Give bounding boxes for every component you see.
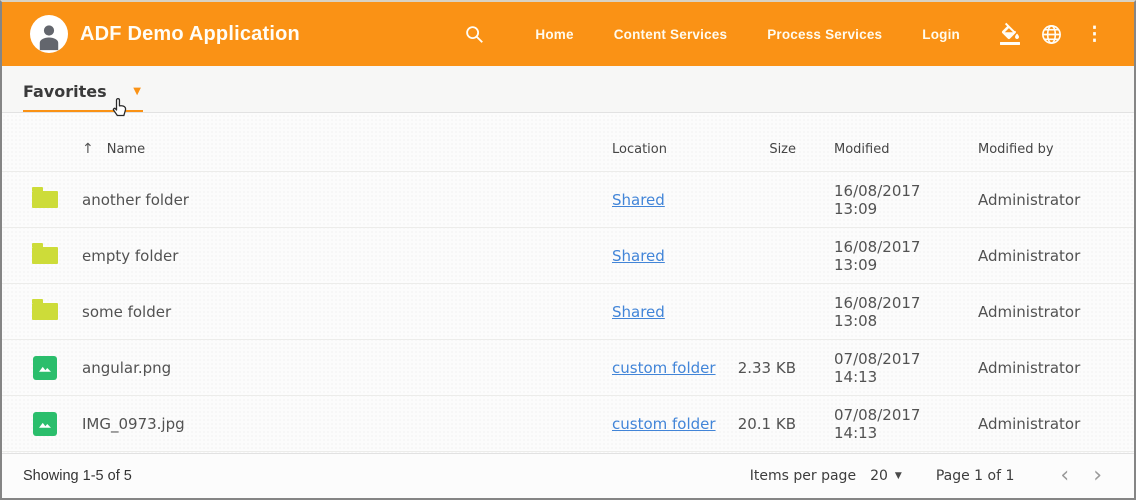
- document-list: ↑ Name Location Size Modified Modified b…: [2, 113, 1134, 453]
- more-menu-icon[interactable]: ⋮: [1077, 25, 1112, 44]
- cursor-hand-icon: [109, 96, 131, 120]
- image-file-icon: [33, 356, 57, 380]
- column-header-size[interactable]: Size: [732, 142, 796, 157]
- modified-date: 16/08/2017 13:09: [820, 182, 960, 218]
- items-per-page-select[interactable]: 20 ▼: [870, 468, 902, 484]
- modified-by: Administrator: [970, 359, 1110, 377]
- folder-icon: [32, 191, 58, 208]
- previous-page-icon[interactable]: ‹: [1048, 465, 1081, 487]
- location-link[interactable]: Shared: [612, 303, 665, 321]
- nav-item-process-services[interactable]: Process Services: [767, 27, 882, 42]
- location-link[interactable]: custom folder: [612, 415, 716, 433]
- main-nav: Home Content Services Process Services L…: [515, 27, 980, 42]
- column-header-location[interactable]: Location: [612, 142, 732, 157]
- document-list-toolbar: Favorites ▼: [2, 66, 1134, 113]
- location-link[interactable]: Shared: [612, 191, 665, 209]
- showing-count: Showing 1-5 of 5: [23, 468, 132, 484]
- app-header: ADF Demo Application Home Content Servic…: [2, 2, 1134, 66]
- modified-date: 07/08/2017 14:13: [820, 406, 960, 442]
- color-fill-icon[interactable]: [994, 18, 1026, 50]
- table-row[interactable]: some folder Shared 16/08/2017 13:08 Admi…: [2, 284, 1134, 340]
- modified-by: Administrator: [970, 303, 1110, 321]
- next-page-icon[interactable]: ›: [1081, 465, 1114, 487]
- file-size: 2.33 KB: [732, 359, 796, 377]
- file-name[interactable]: empty folder: [82, 247, 612, 265]
- sort-asc-icon: ↑: [82, 141, 94, 157]
- file-name[interactable]: IMG_0973.jpg: [82, 415, 612, 433]
- pagination-bar: Showing 1-5 of 5 Items per page 20 ▼ Pag…: [2, 453, 1134, 498]
- file-size: 20.1 KB: [732, 415, 796, 433]
- modified-by: Administrator: [970, 415, 1110, 433]
- nav-item-content-services[interactable]: Content Services: [614, 27, 728, 42]
- nav-item-login[interactable]: Login: [922, 27, 960, 42]
- app-window: ADF Demo Application Home Content Servic…: [0, 0, 1136, 500]
- column-header-modified-by[interactable]: Modified by: [970, 142, 1110, 157]
- page-indicator: Page 1 of 1: [936, 468, 1015, 484]
- avatar: [30, 15, 68, 53]
- folder-icon: [32, 303, 58, 320]
- favorites-dropdown[interactable]: Favorites ▼: [23, 76, 143, 112]
- table-header-row: ↑ Name Location Size Modified Modified b…: [2, 113, 1134, 172]
- language-globe-icon[interactable]: [1036, 19, 1067, 50]
- file-name[interactable]: another folder: [82, 191, 612, 209]
- table-row[interactable]: IMG_0973.jpg custom folder 20.1 KB 07/08…: [2, 396, 1134, 452]
- chevron-down-icon: ▼: [895, 471, 902, 481]
- column-header-modified[interactable]: Modified: [820, 142, 960, 157]
- location-link[interactable]: Shared: [612, 247, 665, 265]
- folder-icon: [32, 247, 58, 264]
- app-title: ADF Demo Application: [80, 23, 300, 46]
- file-name[interactable]: some folder: [82, 303, 612, 321]
- items-per-page-label: Items per page: [750, 468, 856, 484]
- favorites-label: Favorites: [23, 82, 107, 101]
- file-name[interactable]: angular.png: [82, 359, 612, 377]
- modified-by: Administrator: [970, 191, 1110, 209]
- table-row[interactable]: empty folder Shared 16/08/2017 13:09 Adm…: [2, 228, 1134, 284]
- modified-date: 16/08/2017 13:08: [820, 294, 960, 330]
- location-link[interactable]: custom folder: [612, 359, 716, 377]
- search-icon[interactable]: [459, 19, 489, 49]
- nav-item-home[interactable]: Home: [535, 27, 573, 42]
- modified-by: Administrator: [970, 247, 1110, 265]
- modified-date: 07/08/2017 14:13: [820, 350, 960, 386]
- table-row[interactable]: another folder Shared 16/08/2017 13:09 A…: [2, 172, 1134, 228]
- image-file-icon: [33, 412, 57, 436]
- chevron-down-icon: ▼: [133, 86, 141, 97]
- person-icon: [32, 19, 66, 53]
- column-header-name[interactable]: ↑ Name: [82, 141, 612, 157]
- modified-date: 16/08/2017 13:09: [820, 238, 960, 274]
- table-row[interactable]: angular.png custom folder 2.33 KB 07/08/…: [2, 340, 1134, 396]
